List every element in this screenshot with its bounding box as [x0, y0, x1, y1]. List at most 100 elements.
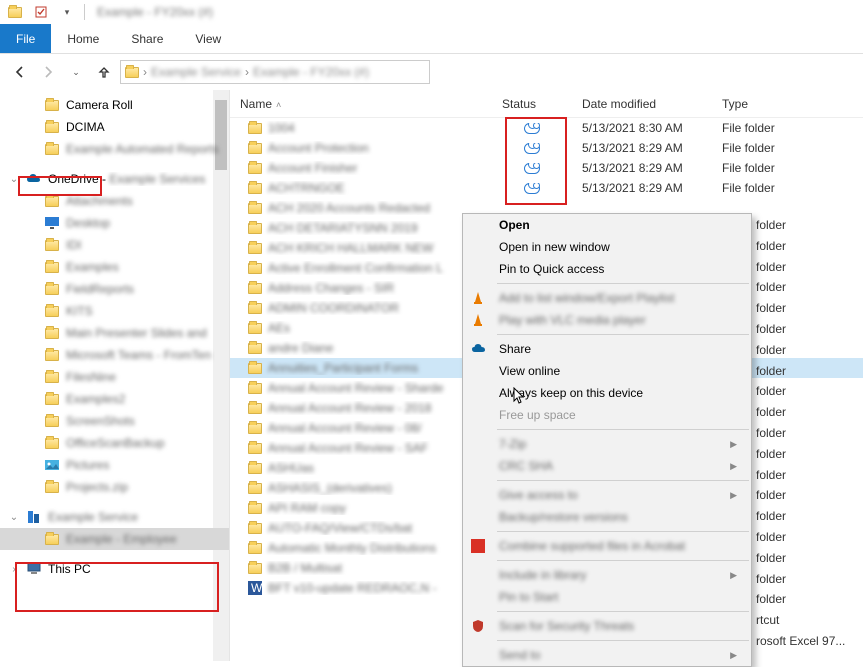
tree-item-icon	[26, 561, 42, 577]
menu-item-label: Open	[499, 218, 530, 232]
tree-item[interactable]: ⌄Example Service	[0, 506, 229, 528]
menu-item[interactable]: Open in new window	[463, 236, 751, 258]
column-date[interactable]: Date modified	[572, 97, 712, 111]
tree-item[interactable]: Examples2	[0, 388, 229, 410]
file-name: Annual Account Review - 08/	[268, 421, 421, 435]
file-row[interactable]: 1004 5/13/2021 8:30 AMFile folder	[230, 118, 863, 138]
tree-item-icon	[44, 119, 60, 135]
tree-item[interactable]: ScreenShots	[0, 410, 229, 432]
tree-item[interactable]: Microsoft Teams - FromTen	[0, 344, 229, 366]
tab-share[interactable]: Share	[115, 24, 179, 53]
menu-item[interactable]: Share	[463, 338, 751, 360]
tab-file[interactable]: File	[0, 24, 51, 53]
file-name: Annual Account Review - SAF	[268, 441, 428, 455]
tab-view[interactable]: View	[179, 24, 237, 53]
nav-up-button[interactable]	[92, 60, 116, 84]
tree-item-icon	[44, 347, 60, 363]
file-name: ACH 2020 Accounts Redacted	[268, 201, 430, 215]
tree-item-icon	[44, 435, 60, 451]
menu-item[interactable]: Play with VLC media player	[463, 309, 751, 331]
menu-item[interactable]: Pin to Start	[463, 586, 751, 608]
tree-item[interactable]: OfficeScanBackup	[0, 432, 229, 454]
menu-item[interactable]: CRC SHA▶	[463, 455, 751, 477]
menu-item[interactable]: Scan for Security Threats	[463, 615, 751, 637]
file-row[interactable]: Account Protection5/13/2021 8:29 AMFile …	[230, 138, 863, 158]
address-bar[interactable]: › Example Service › Example - FY20xx (#)	[120, 60, 430, 84]
submenu-arrow-icon: ▶	[730, 439, 737, 450]
column-status[interactable]: Status	[492, 97, 572, 111]
file-name: B2B / Multisat	[268, 561, 342, 575]
navigation-tree[interactable]: Camera RollDCIMAExample Automated Report…	[0, 90, 230, 661]
breadcrumb-2[interactable]: Example - FY20xx (#)	[253, 65, 369, 79]
menu-item-label: Add to list window/Export Playlist	[499, 291, 674, 305]
menu-item[interactable]: Free up space	[463, 404, 751, 426]
menu-item[interactable]: 7-Zip ▶	[463, 433, 751, 455]
menu-item-label: Pin to Start	[499, 590, 558, 604]
tree-item[interactable]: ›This PC	[0, 558, 229, 580]
file-date: 5/13/2021 8:30 AM	[572, 121, 712, 135]
context-menu[interactable]: Open Open in new window Pin to Quick acces…	[462, 213, 752, 667]
menu-item-label: Always keep on this device	[499, 386, 643, 400]
menu-item-label: Combine supported files in Acrobat	[499, 539, 685, 553]
tree-item[interactable]: KITS	[0, 300, 229, 322]
menu-item-icon	[471, 291, 489, 305]
file-name: Address Changes - SIR	[268, 281, 394, 295]
menu-item[interactable]: Give access to▶	[463, 484, 751, 506]
tree-item[interactable]: Camera Roll	[0, 94, 229, 116]
tree-item[interactable]: FilesNine	[0, 366, 229, 388]
tree-item-icon	[26, 509, 42, 525]
tree-item[interactable]: ⌄OneDrive - Example Services	[0, 168, 229, 190]
menu-item[interactable]: Send to ▶	[463, 644, 751, 666]
tree-item[interactable]: IDI	[0, 234, 229, 256]
tab-home[interactable]: Home	[51, 24, 115, 53]
menu-item-label: Scan for Security Threats	[499, 619, 634, 633]
file-name: AUTO-FAQ/View/CTDs/bat	[268, 521, 412, 535]
menu-item[interactable]: View online	[463, 360, 751, 382]
tree-item[interactable]: Desktop	[0, 212, 229, 234]
menu-item[interactable]: Include in library▶	[463, 564, 751, 586]
tree-item[interactable]: Attachments	[0, 190, 229, 212]
qat-dropdown-icon[interactable]: ▾	[56, 1, 78, 23]
tree-item[interactable]: DCIMA	[0, 116, 229, 138]
file-row[interactable]: Account Finisher5/13/2021 8:29 AMFile fo…	[230, 158, 863, 178]
qat-undo-icon[interactable]	[30, 1, 52, 23]
cloud-status-icon	[524, 183, 540, 194]
tree-item[interactable]: FieldReports	[0, 278, 229, 300]
tree-item[interactable]: Main Presenter Slides and	[0, 322, 229, 344]
menu-item-label: Send to	[499, 648, 540, 662]
menu-item[interactable]: Open	[463, 214, 751, 236]
nav-forward-button[interactable]	[36, 60, 60, 84]
tree-item-icon	[26, 171, 42, 187]
menu-item[interactable]: Pin to Quick access	[463, 258, 751, 280]
menu-item[interactable]: Backup/restore versions	[463, 506, 751, 528]
nav-recent-dropdown[interactable]: ⌄	[64, 60, 88, 84]
menu-item[interactable]: Add to list window/Export Playlist	[463, 287, 751, 309]
file-name: 1004	[268, 121, 295, 135]
tree-item[interactable]: Pictures	[0, 454, 229, 476]
menu-item-label: Open in new window	[499, 240, 610, 254]
file-type: File folder	[712, 121, 832, 135]
file-date: 5/13/2021 8:29 AM	[572, 141, 712, 155]
column-name[interactable]: Name˄	[230, 97, 492, 111]
breadcrumb-1[interactable]: Example Service	[151, 65, 241, 79]
column-type[interactable]: Type	[712, 97, 832, 111]
tree-item-icon	[44, 193, 60, 209]
nav-bar: ⌄ › Example Service › Example - FY20xx (…	[0, 54, 863, 90]
menu-item[interactable]: Always keep on this device	[463, 382, 751, 404]
menu-item-label: Pin to Quick access	[499, 262, 604, 276]
file-row[interactable]: ACHTRNGOE5/13/2021 8:29 AMFile folder	[230, 178, 863, 198]
submenu-arrow-icon: ▶	[730, 650, 737, 661]
menu-item[interactable]: Combine supported files in Acrobat	[463, 535, 751, 557]
tree-item[interactable]: Example Automated Reports	[0, 138, 229, 160]
menu-item-label: 7-Zip	[499, 437, 526, 451]
file-name: ACHTRNGOE	[268, 181, 345, 195]
nav-back-button[interactable]	[8, 60, 32, 84]
menu-item-label: Backup/restore versions	[499, 510, 628, 524]
file-name: Annuities_Participant Forms	[268, 361, 418, 375]
cloud-status-icon	[524, 123, 540, 134]
tree-item[interactable]: Examples	[0, 256, 229, 278]
file-name: ASHUas	[268, 461, 314, 475]
tree-item[interactable]: Projects.zip	[0, 476, 229, 498]
tree-item[interactable]: Example - Employee	[0, 528, 229, 550]
column-headers: Name˄ Status Date modified Type	[230, 90, 863, 118]
